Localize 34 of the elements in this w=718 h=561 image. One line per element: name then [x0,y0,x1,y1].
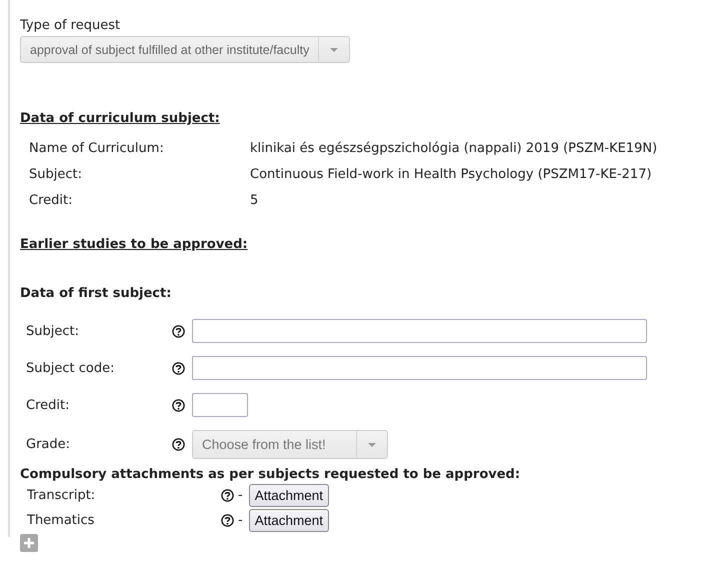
caret-icon [330,48,338,52]
caret-icon [368,442,376,446]
input-field[interactable] [192,356,647,380]
separator-text: - [238,488,243,503]
section-heading: Data of curriculum subject: [20,111,221,126]
field-label: Subject code: [26,360,116,376]
credit-field[interactable] [192,393,248,417]
section-heading: Earlier studies to be approved: [20,237,249,252]
section-heading: Compulsory attachments as per subjects requested to be approved: [20,467,522,482]
input-field[interactable] [192,319,647,343]
help-icon[interactable] [172,324,185,338]
attachment-label: Thematics [27,513,96,528]
info-value: klinikai és egészségpszichológia (nappali) 2019 (PSZM-KE19N) [250,140,658,156]
grade-select[interactable]: Choose from the list! [192,430,388,459]
help-icon[interactable] [221,489,234,502]
section-heading: Data of first subject: [20,286,172,301]
field-label: Type of request [20,18,122,33]
info-label: Subject: [29,166,83,182]
help-icon[interactable] [172,398,185,412]
help-icon[interactable] [172,438,185,451]
separator-text: - [238,513,243,528]
attachment-label: Transcript: [27,488,96,503]
info-value: Continuous Field-work in Health Psychology (PSZM17-KE-217) [250,166,653,182]
attachment-button[interactable]: Attachment [248,509,329,532]
info-value: 5 [250,192,260,208]
help-icon[interactable] [221,514,234,527]
help-icon[interactable] [172,362,185,374]
field-label: Subject: [26,324,80,338]
info-label: Name of Curriculum: [29,140,165,156]
attachment-button[interactable]: Attachment [248,484,329,507]
field-label: Grade: [26,437,72,452]
request-type-select[interactable]: approval of subject fulfilled at other institute/faculty [20,36,350,63]
field-label: Credit: [26,398,70,412]
info-label: Credit: [29,192,74,208]
